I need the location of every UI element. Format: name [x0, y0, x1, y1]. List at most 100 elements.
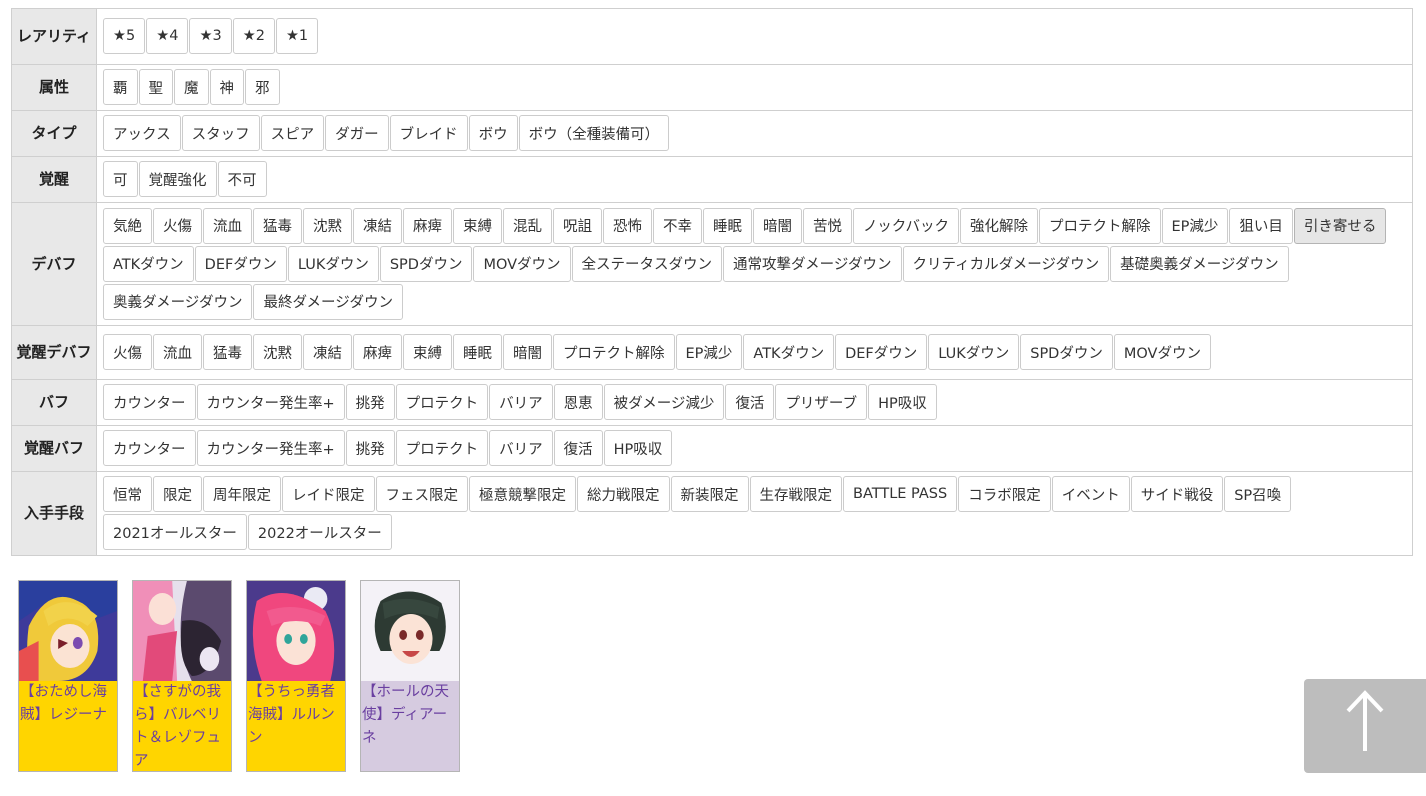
filter-button[interactable]: 流血: [153, 334, 202, 370]
filter-button[interactable]: 奥義ダメージダウン: [103, 283, 253, 320]
filter-button[interactable]: クリティカルダメージダウン: [902, 245, 1110, 282]
filter-button[interactable]: 麻痺: [353, 334, 402, 370]
filter-button[interactable]: 睡眠: [703, 207, 752, 244]
filter-button[interactable]: 総力戦限定: [577, 476, 670, 512]
filter-button[interactable]: 2021オールスター: [103, 514, 247, 550]
filter-button[interactable]: 挑発: [345, 384, 395, 420]
filter-button[interactable]: 強化解除: [960, 207, 1038, 244]
filter-button[interactable]: コラボ限定: [958, 476, 1051, 512]
filter-button[interactable]: SPDダウン: [379, 245, 473, 282]
filter-button[interactable]: ★3: [189, 18, 232, 54]
filter-button[interactable]: 全ステータスダウン: [571, 245, 723, 282]
filter-button[interactable]: カウンター発生率+: [196, 384, 345, 420]
filter-button[interactable]: 暗闇: [753, 207, 802, 244]
filter-button[interactable]: 被ダメージ減少: [603, 384, 725, 420]
filter-button[interactable]: LUKダウン: [287, 245, 379, 282]
filter-button[interactable]: ★2: [232, 18, 275, 54]
filter-button[interactable]: ★5: [103, 18, 146, 54]
filter-button[interactable]: 邪: [245, 69, 280, 105]
filter-button[interactable]: ボウ（全種装備可）: [518, 115, 670, 151]
filter-button[interactable]: 可: [103, 161, 138, 197]
character-card[interactable]: 【おためし海賊】レジーナ: [18, 580, 118, 772]
scroll-to-top-button[interactable]: [1304, 679, 1426, 773]
filter-button[interactable]: 復活: [725, 384, 775, 420]
filter-button[interactable]: 魔: [174, 69, 209, 105]
filter-button[interactable]: MOVダウン: [1113, 334, 1211, 370]
filter-button[interactable]: プロテクト解除: [1039, 207, 1161, 244]
filter-button[interactable]: プロテクト: [395, 384, 489, 420]
filter-button[interactable]: カウンター: [103, 384, 196, 420]
filter-button[interactable]: 呪詛: [553, 207, 602, 244]
filter-button[interactable]: LUKダウン: [928, 334, 1020, 370]
filter-button[interactable]: 不幸: [653, 207, 702, 244]
filter-button[interactable]: 生存戦限定: [749, 476, 842, 512]
filter-button[interactable]: 沈黙: [303, 207, 352, 244]
filter-button[interactable]: アックス: [103, 115, 181, 151]
filter-button[interactable]: イベント: [1051, 476, 1130, 512]
character-card[interactable]: 【ホールの天使】ディアーネ: [360, 580, 460, 772]
filter-button[interactable]: プロテクト: [395, 430, 489, 466]
filter-button[interactable]: 基礎奥義ダメージダウン: [1110, 245, 1289, 282]
filter-button[interactable]: DEFダウン: [835, 334, 928, 370]
filter-button[interactable]: サイド戦役: [1130, 476, 1224, 512]
filter-button[interactable]: BATTLE PASS: [843, 476, 958, 512]
filter-button[interactable]: 猛毒: [203, 334, 252, 370]
filter-button[interactable]: EP減少: [1161, 207, 1229, 244]
filter-button[interactable]: 復活: [553, 430, 603, 466]
filter-button[interactable]: 2022オールスター: [247, 514, 392, 550]
filter-button[interactable]: 気絶: [103, 207, 152, 244]
filter-button[interactable]: スピア: [260, 115, 325, 151]
filter-button[interactable]: MOVダウン: [473, 245, 571, 282]
filter-button[interactable]: 神: [209, 69, 244, 105]
filter-button[interactable]: 苦悦: [803, 207, 852, 244]
filter-button[interactable]: プリザーブ: [775, 384, 868, 420]
filter-button[interactable]: DEFダウン: [194, 245, 287, 282]
filter-button[interactable]: 睡眠: [453, 334, 502, 370]
character-card[interactable]: 【うちっ勇者海賊】ルルンン: [246, 580, 346, 772]
filter-button[interactable]: スタッフ: [181, 115, 260, 151]
filter-button[interactable]: 火傷: [153, 207, 202, 244]
filter-button[interactable]: 束縛: [403, 334, 452, 370]
filter-button[interactable]: 限定: [153, 476, 202, 512]
filter-button[interactable]: プロテクト解除: [553, 334, 675, 370]
filter-button[interactable]: SPDダウン: [1020, 334, 1113, 370]
filter-button[interactable]: バリア: [489, 430, 553, 466]
filter-button[interactable]: ブレイド: [389, 115, 468, 151]
filter-button[interactable]: 覚醒強化: [138, 161, 217, 197]
filter-button[interactable]: 凍結: [353, 207, 402, 244]
filter-button[interactable]: 凍結: [303, 334, 352, 370]
filter-button[interactable]: ATKダウン: [743, 334, 835, 370]
filter-button[interactable]: 恒常: [103, 476, 152, 512]
filter-button[interactable]: ★1: [275, 18, 319, 54]
filter-button[interactable]: ボウ: [468, 115, 518, 151]
filter-button[interactable]: 恩恵: [553, 384, 603, 420]
filter-button[interactable]: ノックバック: [853, 207, 959, 244]
filter-button[interactable]: ATKダウン: [103, 245, 194, 282]
filter-button[interactable]: 恐怖: [603, 207, 652, 244]
filter-button[interactable]: 挑発: [345, 430, 395, 466]
filter-button[interactable]: カウンター: [103, 430, 196, 466]
filter-button[interactable]: 流血: [203, 207, 252, 244]
filter-button[interactable]: 通常攻撃ダメージダウン: [723, 245, 902, 282]
filter-button[interactable]: 束縛: [453, 207, 502, 244]
filter-button[interactable]: HP吸収: [868, 384, 937, 420]
filter-button[interactable]: EP減少: [675, 334, 743, 370]
filter-button[interactable]: 最終ダメージダウン: [253, 283, 403, 320]
filter-button[interactable]: 引き寄せる: [1293, 207, 1387, 244]
filter-button[interactable]: 混乱: [503, 207, 552, 244]
filter-button[interactable]: 周年限定: [203, 476, 281, 512]
filter-button[interactable]: 覇: [103, 69, 138, 105]
filter-button[interactable]: SP召喚: [1224, 476, 1292, 512]
filter-button[interactable]: ★4: [146, 18, 189, 54]
filter-button[interactable]: 麻痺: [403, 207, 452, 244]
filter-button[interactable]: カウンター発生率+: [196, 430, 345, 466]
filter-button[interactable]: 聖: [138, 69, 173, 105]
filter-button[interactable]: レイド限定: [282, 476, 375, 512]
character-card[interactable]: 【さすがの我ら】バルベリト＆レゾフュア: [132, 580, 232, 772]
filter-button[interactable]: HP吸収: [603, 430, 673, 466]
filter-button[interactable]: ダガー: [325, 115, 389, 151]
filter-button[interactable]: バリア: [489, 384, 553, 420]
filter-button[interactable]: 狙い目: [1229, 207, 1293, 244]
filter-button[interactable]: 暗闇: [503, 334, 552, 370]
filter-button[interactable]: 新装限定: [670, 476, 749, 512]
